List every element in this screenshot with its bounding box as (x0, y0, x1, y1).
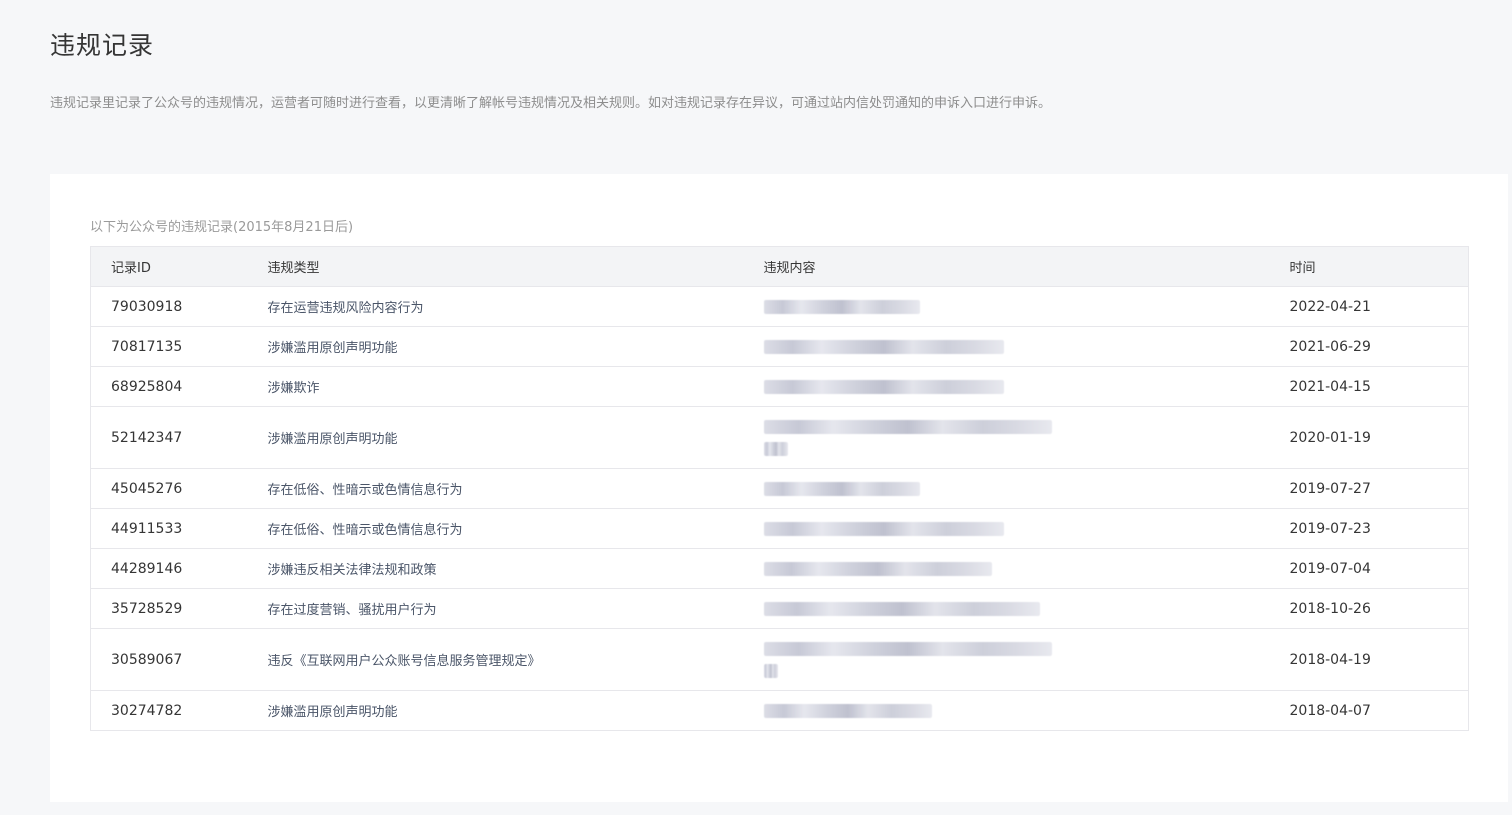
table-row: 30274782 涉嫌滥用原创声明功能 2018-04-07 (90, 690, 1469, 731)
violation-type: 涉嫌欺诈 (247, 366, 744, 407)
table-row: 52142347 涉嫌滥用原创声明功能 2020-01-19 (90, 406, 1469, 469)
violation-type: 涉嫌滥用原创声明功能 (247, 690, 744, 731)
table-row: 30589067 违反《互联网用户公众账号信息服务管理规定》 2018-04-1… (90, 628, 1469, 691)
violation-content-redacted (743, 406, 1270, 469)
violation-content-redacted (743, 366, 1270, 407)
page-description: 违规记录里记录了公众号的违规情况，运营者可随时进行查看，以更清晰了解帐号违规情况… (50, 96, 1052, 111)
table-row: 79030918 存在运营违规风险内容行为 2022-04-21 (90, 286, 1469, 327)
table-row: 45045276 存在低俗、性暗示或色情信息行为 2019-07-27 (90, 468, 1469, 509)
table-row: 44289146 涉嫌违反相关法律法规和政策 2019-07-04 (90, 548, 1469, 589)
violation-type: 涉嫌滥用原创声明功能 (247, 406, 744, 469)
violation-content-redacted (743, 588, 1270, 629)
record-id: 52142347 (90, 406, 248, 469)
violation-type: 违反《互联网用户公众账号信息服务管理规定》 (247, 628, 744, 691)
record-date: 2018-10-26 (1269, 588, 1469, 629)
violation-content-redacted (743, 690, 1270, 731)
table-row: 68925804 涉嫌欺诈 2021-04-15 (90, 366, 1469, 407)
table-row: 70817135 涉嫌滥用原创声明功能 2021-06-29 (90, 326, 1469, 367)
record-date: 2019-07-27 (1269, 468, 1469, 509)
violation-type: 存在低俗、性暗示或色情信息行为 (247, 468, 744, 509)
column-header-violation-type: 违规类型 (247, 246, 744, 287)
record-date: 2018-04-07 (1269, 690, 1469, 731)
table-row: 44911533 存在低俗、性暗示或色情信息行为 2019-07-23 (90, 508, 1469, 549)
table-row: 35728529 存在过度营销、骚扰用户行为 2018-10-26 (90, 588, 1469, 629)
record-id: 30274782 (90, 690, 248, 731)
violation-table: 记录ID 违规类型 违规内容 时间 79030918 存在运营违规风险内容行为 … (90, 246, 1469, 731)
record-id: 44911533 (90, 508, 248, 549)
record-id: 70817135 (90, 326, 248, 367)
record-id: 35728529 (90, 588, 248, 629)
record-date: 2021-04-15 (1269, 366, 1469, 407)
record-id: 79030918 (90, 286, 248, 327)
record-date: 2019-07-04 (1269, 548, 1469, 589)
record-id: 30589067 (90, 628, 248, 691)
record-date: 2018-04-19 (1269, 628, 1469, 691)
violation-content-redacted (743, 508, 1270, 549)
record-date: 2021-06-29 (1269, 326, 1469, 367)
record-date: 2019-07-23 (1269, 508, 1469, 549)
violation-type: 存在低俗、性暗示或色情信息行为 (247, 508, 744, 549)
violation-type: 涉嫌滥用原创声明功能 (247, 326, 744, 367)
record-id: 45045276 (90, 468, 248, 509)
violation-content-redacted (743, 326, 1270, 367)
violation-content-redacted (743, 468, 1270, 509)
record-date: 2020-01-19 (1269, 406, 1469, 469)
table-header-row: 记录ID 违规类型 违规内容 时间 (90, 246, 1469, 287)
column-header-time: 时间 (1269, 246, 1469, 287)
violation-content-redacted (743, 548, 1270, 589)
violation-type: 存在运营违规风险内容行为 (247, 286, 744, 327)
page-title: 违规记录 (50, 31, 155, 60)
violation-type: 存在过度营销、骚扰用户行为 (247, 588, 744, 629)
column-header-record-id: 记录ID (90, 246, 248, 287)
record-id: 44289146 (90, 548, 248, 589)
column-header-violation-content: 违规内容 (743, 246, 1270, 287)
table-caption: 以下为公众号的违规记录(2015年8月21日后) (90, 220, 354, 235)
violation-content-redacted (743, 628, 1270, 691)
record-date: 2022-04-21 (1269, 286, 1469, 327)
violation-type: 涉嫌违反相关法律法规和政策 (247, 548, 744, 589)
record-id: 68925804 (90, 366, 248, 407)
violation-content-redacted (743, 286, 1270, 327)
violation-records-card: 以下为公众号的违规记录(2015年8月21日后) 记录ID 违规类型 违规内容 … (50, 174, 1508, 802)
